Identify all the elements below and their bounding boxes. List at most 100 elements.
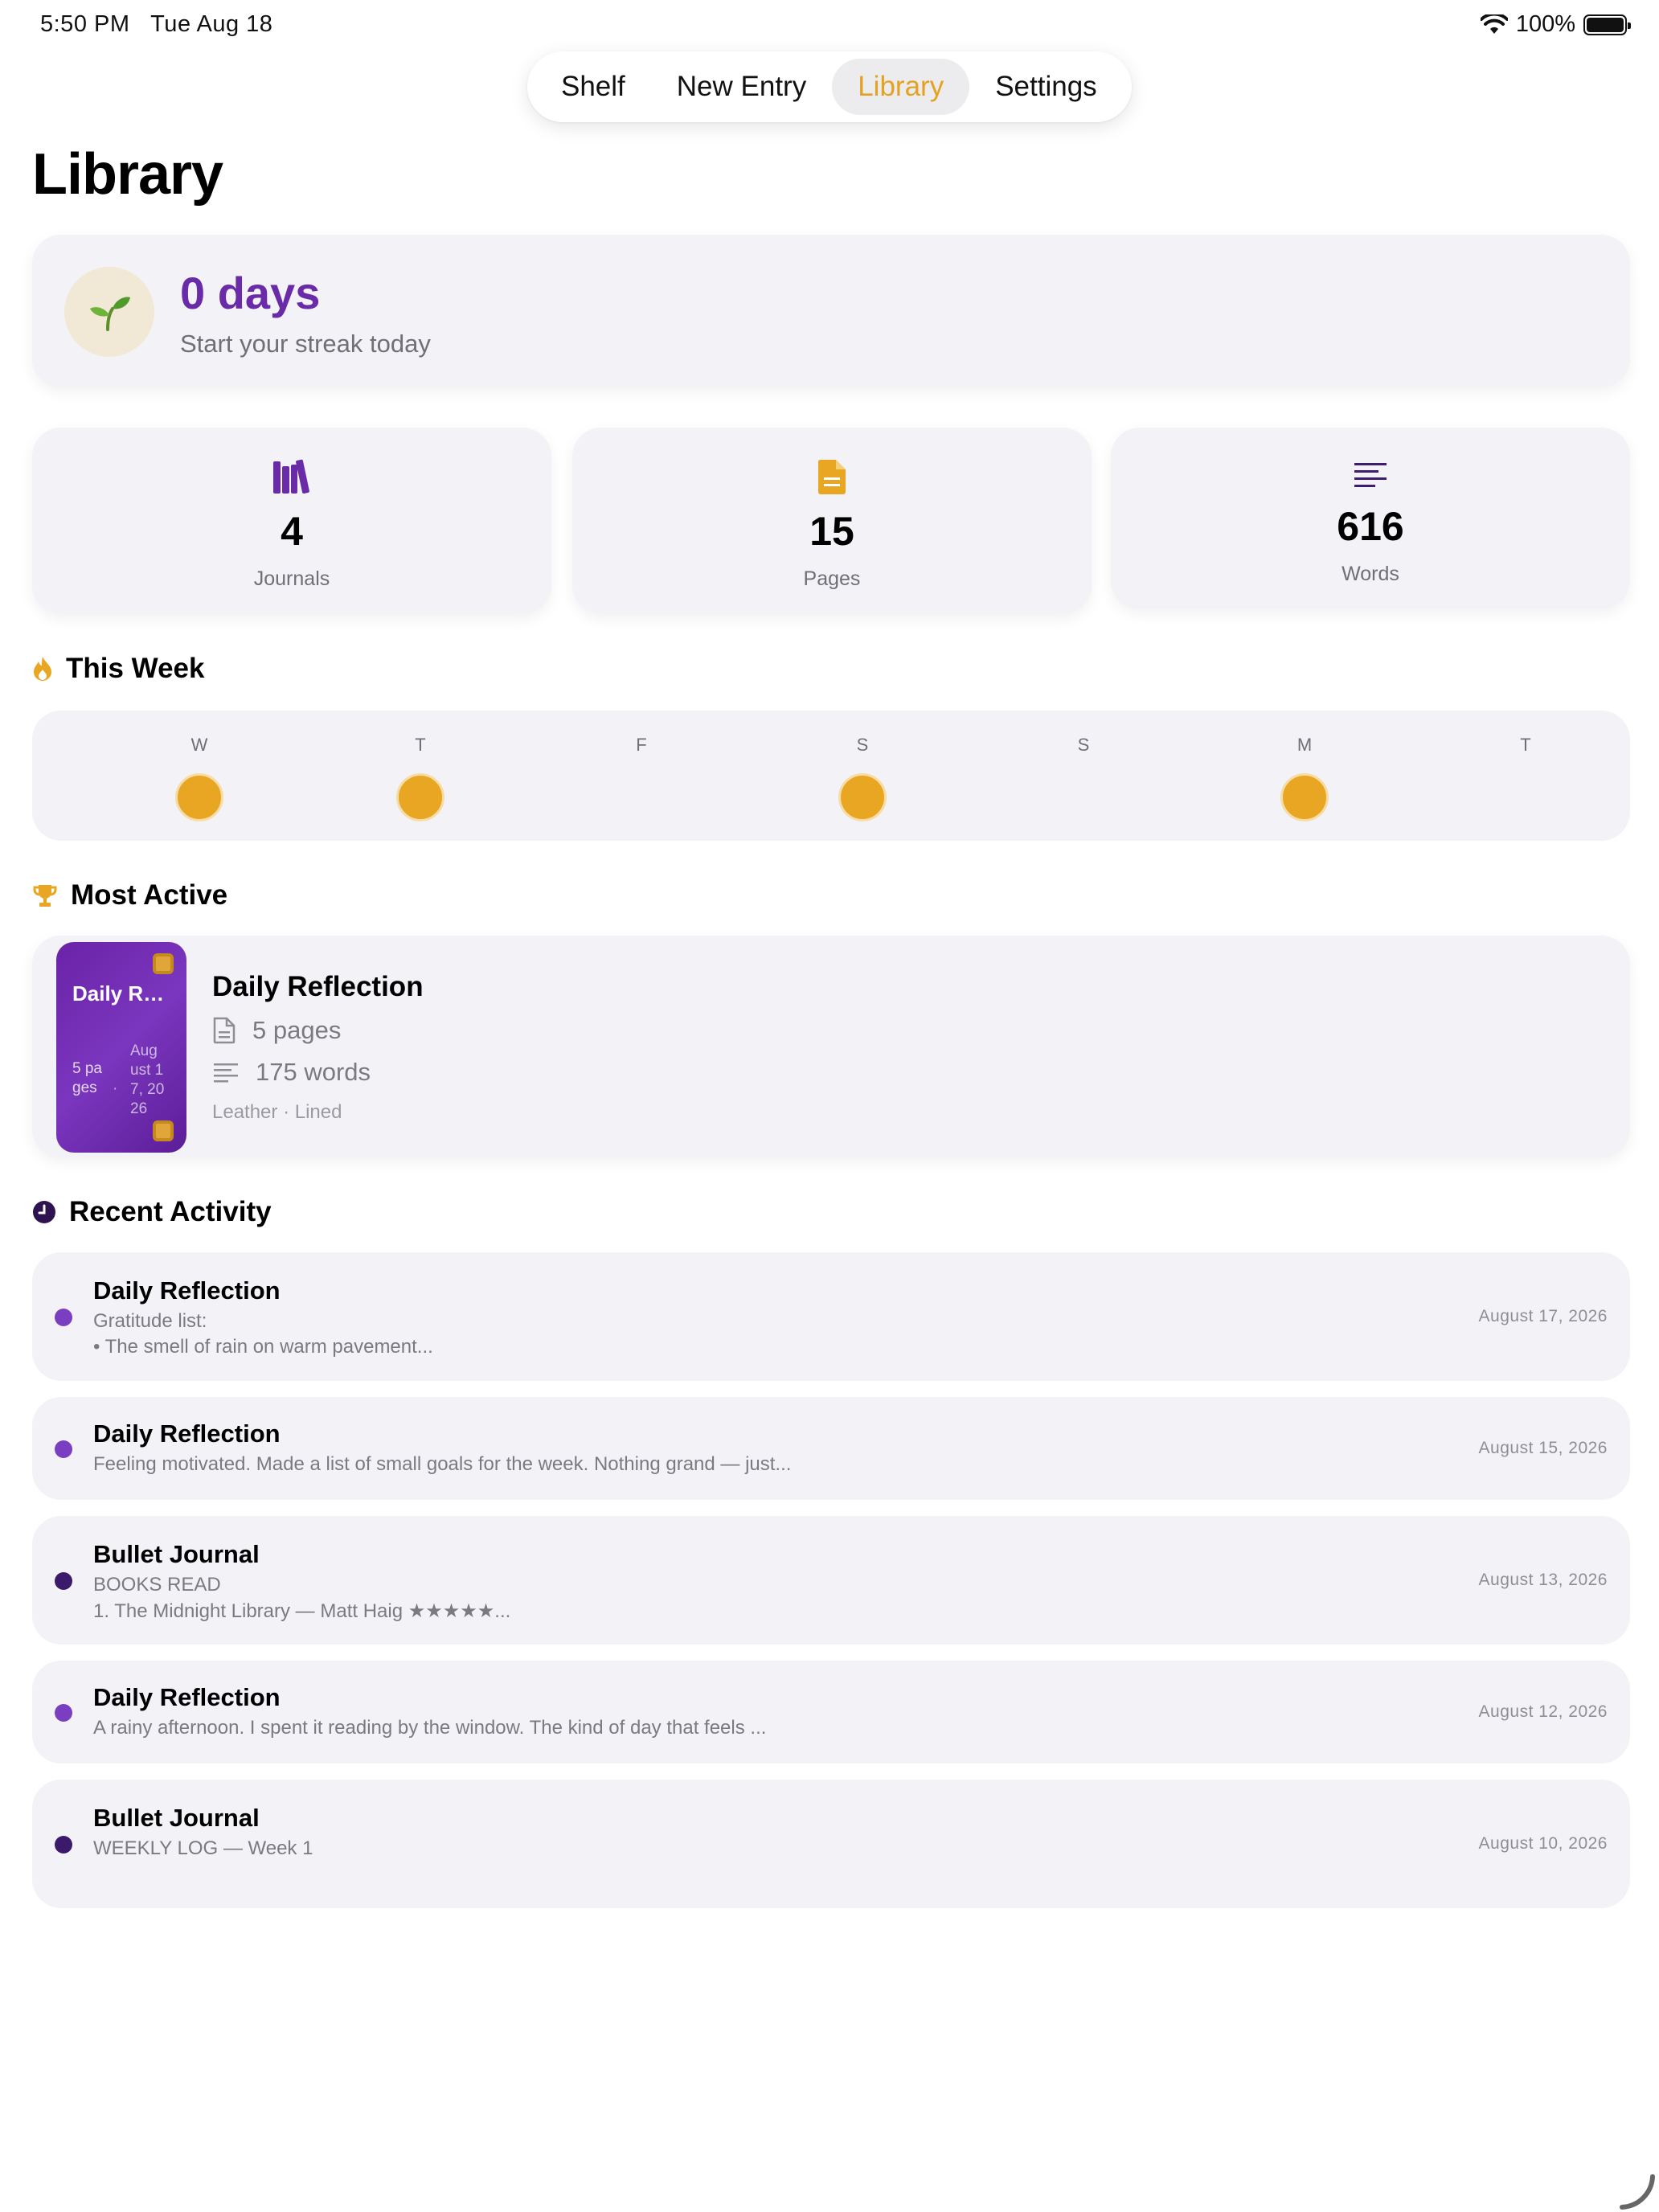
activity-item[interactable]: Daily Reflection Gratitude list: • The s… (32, 1252, 1630, 1381)
day-activity-dot (838, 773, 887, 821)
stat-value-journals: 4 (281, 509, 303, 554)
recent-activity-title: Recent Activity (69, 1196, 272, 1227)
stat-card-pages: 15 Pages (572, 428, 1092, 614)
activity-date: August 13, 2026 (1478, 1571, 1608, 1589)
journal-dot (55, 1704, 72, 1722)
journal-meta: Leather · Lined (212, 1101, 342, 1123)
stat-card-journals: 4 Journals (32, 428, 551, 614)
streak-subtitle: Start your streak today (180, 330, 431, 358)
day-saturday: S (830, 735, 895, 821)
seedling-icon (64, 267, 154, 357)
journal-words-row: 175 words (212, 1058, 371, 1087)
status-date: Tue Aug 18 (150, 11, 273, 37)
day-wednesday: W (167, 735, 231, 821)
journal-pages: 5 pages (252, 1016, 342, 1044)
text-lines-icon (214, 1063, 238, 1083)
day-activity-dot (396, 773, 444, 821)
stat-value-pages: 15 (809, 509, 854, 554)
most-active-card[interactable]: Daily Reflecti... 5 pages · August 17, 2… (32, 936, 1630, 1157)
activity-title: Daily Reflection (93, 1276, 281, 1305)
section-this-week: This Week (32, 653, 204, 685)
day-letter: T (1520, 735, 1531, 755)
status-clock: 5:50 PM (40, 11, 130, 37)
day-letter: M (1296, 735, 1313, 755)
activity-preview: Gratitude list: (93, 1310, 207, 1332)
day-letter: W (190, 735, 208, 755)
cover-separator: · (113, 1080, 118, 1097)
cover-title: Daily Reflecti... (72, 981, 173, 1006)
journal-dot (55, 1572, 72, 1590)
most-active-title: Most Active (71, 879, 228, 911)
stat-label-pages: Pages (803, 567, 861, 590)
stat-label-words: Words (1342, 563, 1399, 585)
day-letter: T (415, 735, 426, 755)
section-most-active: Most Active (32, 879, 227, 911)
activity-date: August 15, 2026 (1478, 1439, 1608, 1457)
tab-library[interactable]: Library (832, 59, 970, 115)
day-letter: S (856, 735, 869, 755)
journal-pages-row: 5 pages (212, 1016, 341, 1045)
activity-date: August 17, 2026 (1478, 1307, 1608, 1325)
day-monday: M (1272, 735, 1337, 821)
cover-pages: 5 pages (72, 1060, 102, 1096)
activity-preview: BOOKS READ (93, 1574, 221, 1596)
day-activity-dot (175, 773, 223, 821)
books-icon (32, 458, 551, 497)
cover-corner (153, 1120, 174, 1141)
journal-dot (55, 1440, 72, 1458)
activity-date: August 12, 2026 (1478, 1702, 1608, 1721)
section-recent-activity: Recent Activity (32, 1196, 272, 1228)
day-activity-dot (1280, 773, 1329, 821)
day-friday: F (609, 735, 674, 757)
trophy-icon (33, 885, 57, 907)
wifi-icon (1480, 14, 1508, 34)
stat-label-journals: Journals (253, 567, 330, 590)
day-letter: S (1077, 735, 1090, 755)
tab-new-entry[interactable]: New Entry (651, 59, 832, 115)
activity-title: Daily Reflection (93, 1419, 281, 1448)
stat-card-words: 616 Words (1111, 428, 1630, 609)
cover-date: August 17, 2026 (130, 1043, 165, 1117)
document-outline-icon (213, 1017, 236, 1044)
day-letter: F (636, 735, 647, 755)
status-bar: 5:50 PM Tue Aug 18 100% (0, 0, 1659, 51)
tab-settings[interactable]: Settings (969, 59, 1122, 115)
journal-dot (55, 1836, 72, 1854)
battery-percent: 100% (1515, 11, 1575, 37)
stat-value-words: 616 (1337, 504, 1404, 549)
activity-item[interactable]: Daily Reflection A rainy afternoon. I sp… (32, 1661, 1630, 1763)
text-lines-icon (1111, 458, 1630, 497)
week-card: W T F S S M T (32, 711, 1630, 841)
activity-title: Bullet Journal (93, 1540, 260, 1568)
journal-cover: Daily Reflecti... 5 pages · August 17, 2… (56, 942, 186, 1153)
flame-icon (34, 657, 51, 681)
this-week-title: This Week (66, 653, 205, 684)
activity-date: August 10, 2026 (1478, 1834, 1608, 1853)
activity-preview: A rainy afternoon. I spent it reading by… (93, 1717, 767, 1739)
cover-corner (153, 953, 174, 974)
battery-icon (1583, 14, 1631, 35)
streak-value: 0 days (180, 268, 321, 318)
activity-preview: Feeling motivated. Made a list of small … (93, 1453, 792, 1475)
page-title: Library (32, 142, 223, 207)
day-thursday: T (388, 735, 453, 821)
day-sunday: S (1051, 735, 1116, 757)
activity-preview: WEEKLY LOG — Week 1 (93, 1837, 313, 1859)
scroll-indicator-icon (1620, 2174, 1655, 2210)
journal-name: Daily Reflection (212, 971, 424, 1002)
tab-bar: Shelf New Entry Library Settings (527, 51, 1132, 122)
activity-preview: • The smell of rain on warm pavement... (93, 1336, 433, 1358)
document-icon (572, 458, 1092, 497)
activity-item[interactable]: Bullet Journal BOOKS READ 1. The Midnigh… (32, 1516, 1630, 1645)
tab-shelf[interactable]: Shelf (535, 59, 651, 115)
journal-words: 175 words (256, 1058, 371, 1086)
activity-preview: 1. The Midnight Library — Matt Haig ★★★★… (93, 1600, 511, 1622)
streak-card: 0 days Start your streak today (32, 235, 1630, 387)
day-tuesday: T (1493, 735, 1558, 757)
activity-item[interactable]: Daily Reflection Feeling motivated. Made… (32, 1397, 1630, 1500)
journal-dot (55, 1309, 72, 1326)
status-indicators: 100% (1480, 11, 1631, 38)
activity-item[interactable]: Bullet Journal WEEKLY LOG — Week 1 Augus… (32, 1780, 1630, 1908)
status-time: 5:50 PM Tue Aug 18 (40, 11, 272, 38)
clock-icon (33, 1201, 55, 1223)
